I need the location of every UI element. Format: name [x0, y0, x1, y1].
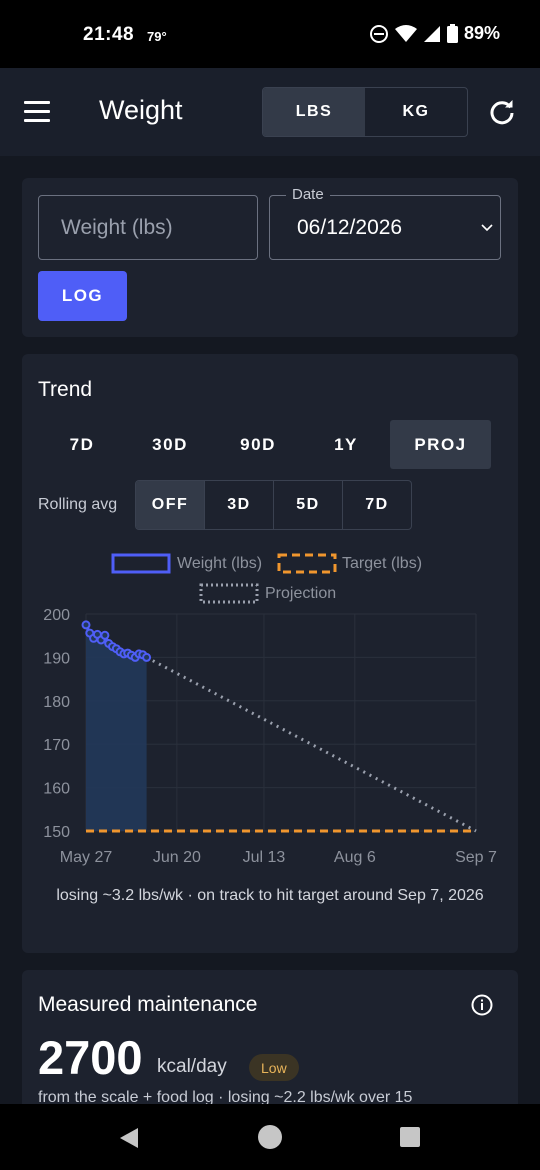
info-icon[interactable]	[470, 993, 494, 1017]
unit-kg-button[interactable]: KG	[365, 88, 467, 136]
app-bar: Weight LBS KG	[0, 68, 540, 156]
rolling-avg-label: Rolling avg	[38, 496, 118, 513]
y-tick-label: 200	[43, 607, 70, 624]
weight-point	[81, 620, 91, 630]
y-tick-label: 180	[43, 694, 70, 711]
y-tick-label: 170	[43, 737, 70, 754]
battery-percent: 89%	[463, 23, 500, 43]
recents-icon[interactable]	[400, 1127, 420, 1147]
date-field[interactable]: Date 06/12/2026	[269, 186, 501, 260]
unit-lbs-button[interactable]: LBS	[263, 88, 365, 136]
refresh-icon[interactable]	[488, 98, 516, 126]
range-tab-proj[interactable]: PROJ	[390, 420, 491, 469]
x-tick-label: May 27	[60, 849, 113, 866]
wifi-icon	[394, 24, 417, 42]
home-icon[interactable]	[257, 1124, 283, 1150]
chevron-down-icon	[481, 224, 493, 232]
rolling-5d-button[interactable]: 5D	[274, 481, 343, 529]
rolling-avg-toggle: OFF 3D 5D 7D	[135, 480, 412, 530]
battery-icon	[446, 24, 458, 43]
y-tick-label: 150	[43, 824, 70, 841]
weight-point	[142, 652, 152, 662]
legend-weight-swatch	[111, 553, 171, 574]
system-nav-bar	[0, 1104, 540, 1170]
x-tick-label: Jul 13	[243, 849, 286, 866]
y-tick-label: 160	[43, 781, 70, 798]
maintenance-unit: kcal/day	[157, 1056, 227, 1077]
y-tick-label: 190	[43, 650, 70, 667]
date-label: Date	[286, 186, 330, 203]
x-tick-label: Sep 7	[455, 849, 497, 866]
x-tick-label: Aug 6	[334, 849, 376, 866]
do-not-disturb-icon	[369, 24, 388, 43]
range-tab-30d[interactable]: 30D	[126, 420, 214, 469]
maintenance-value: 2700	[38, 1031, 143, 1084]
date-value: 06/12/2026	[297, 216, 403, 239]
menu-icon[interactable]	[24, 101, 52, 123]
trend-chart: Weight (lbs) Target (lbs) Projection 200 190…	[43, 553, 497, 866]
weight-field[interactable]	[38, 195, 258, 260]
log-button[interactable]: LOG	[38, 271, 127, 321]
weight-input[interactable]	[39, 196, 257, 259]
range-tab-90d[interactable]: 90D	[214, 420, 302, 469]
back-icon[interactable]	[118, 1126, 140, 1150]
rolling-3d-button[interactable]: 3D	[205, 481, 274, 529]
x-tick-label: Jun 20	[153, 849, 201, 866]
maintenance-subtitle: from the scale + food log · losing ~2.2 …	[38, 1089, 413, 1104]
status-bar: 21:48 79° 89%	[0, 0, 540, 68]
status-icons: 89%	[369, 23, 500, 44]
trend-title: Trend	[38, 378, 93, 401]
weight-point	[100, 630, 110, 640]
rolling-off-button[interactable]: OFF	[136, 481, 205, 529]
range-tab-1y[interactable]: 1Y	[302, 420, 390, 469]
page-title: Weight	[99, 95, 183, 125]
range-tabs: 7D 30D 90D 1Y PROJ	[38, 420, 491, 469]
maintenance-badge: Low	[249, 1054, 299, 1081]
maintenance-card: Measured maintenance 2700 kcal/day Low f…	[22, 970, 518, 1104]
weight-entry-card: Date 06/12/2026 LOG	[22, 178, 518, 337]
cell-signal-icon	[423, 25, 440, 42]
trend-card: Trend 7D 30D 90D 1Y PROJ Rolling avg OFF…	[22, 354, 518, 953]
legend-label: Projection	[265, 585, 336, 602]
legend-label: Weight (lbs)	[177, 555, 262, 572]
unit-toggle: LBS KG	[262, 87, 468, 137]
maintenance-title: Measured maintenance	[38, 993, 258, 1016]
legend-label: Target (lbs)	[342, 555, 422, 572]
trend-summary: losing ~3.2 lbs/wk · on track to hit tar…	[56, 887, 484, 904]
legend-target-swatch	[277, 553, 337, 574]
status-time: 21:48	[83, 24, 135, 45]
rolling-7d-button[interactable]: 7D	[343, 481, 411, 529]
legend-projection-swatch	[199, 583, 259, 604]
status-temperature: 79°	[147, 29, 167, 44]
range-tab-7d[interactable]: 7D	[38, 420, 126, 469]
